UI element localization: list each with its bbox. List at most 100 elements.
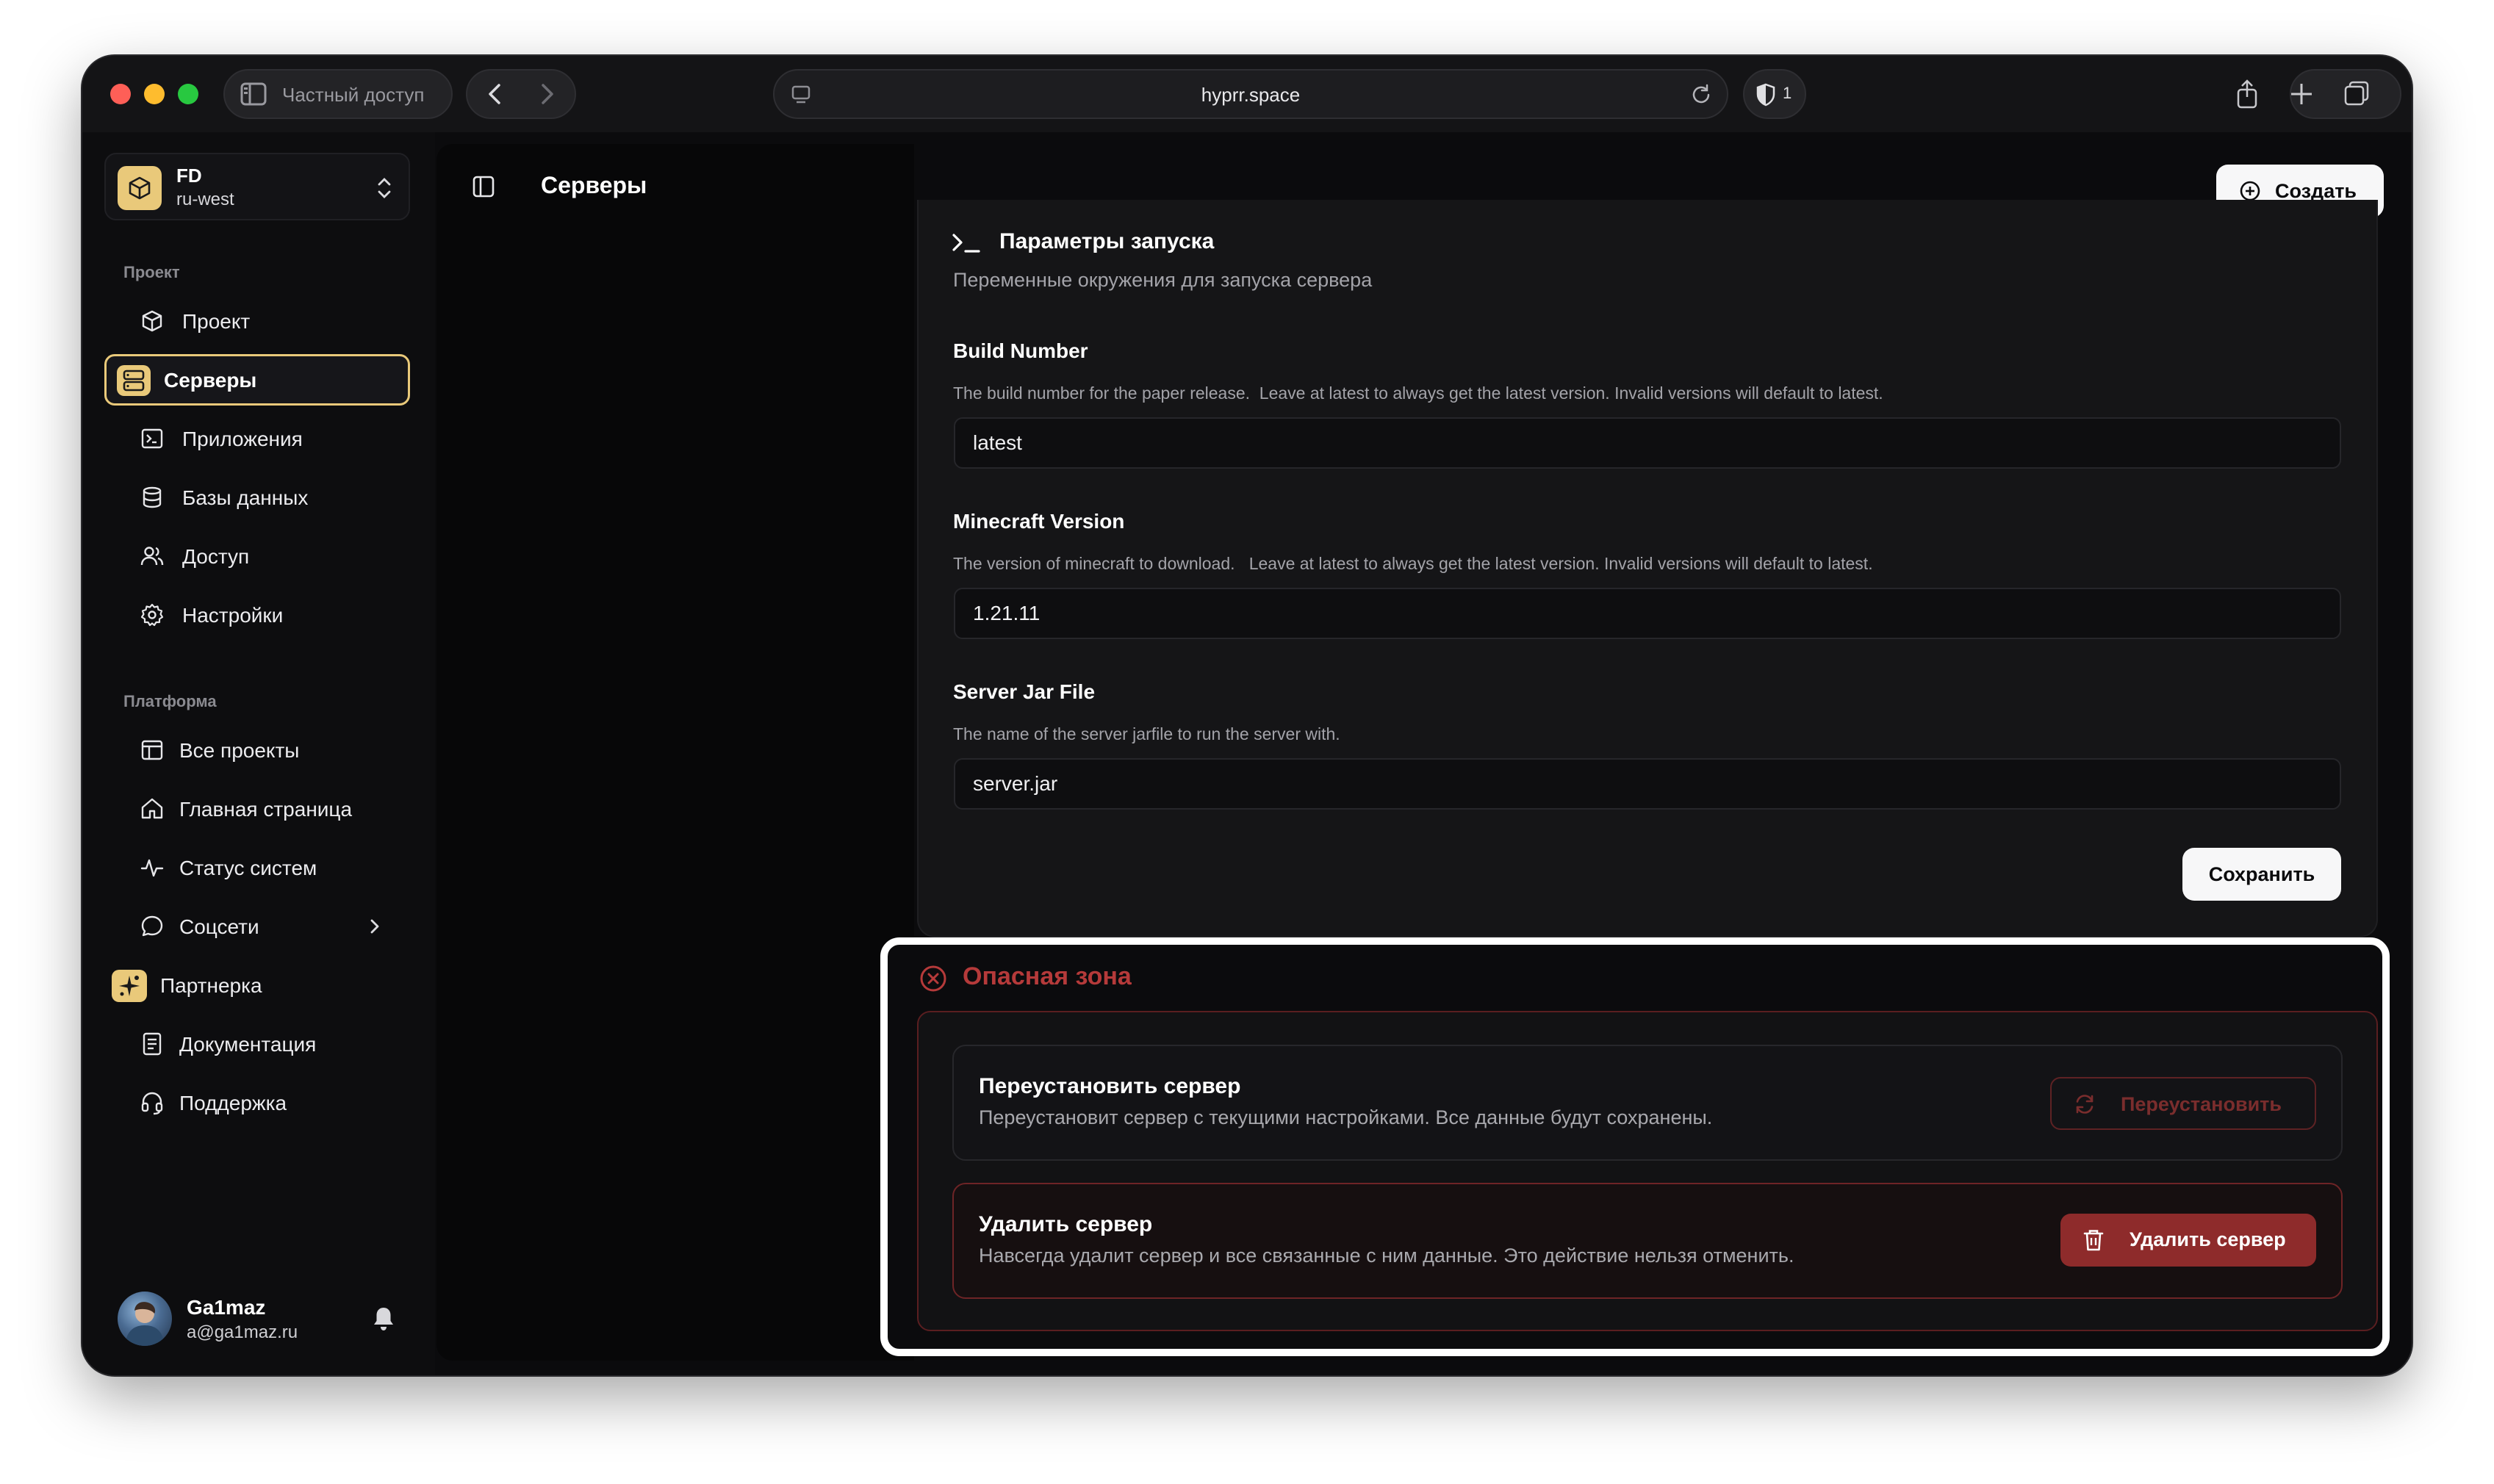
headset-icon [141, 1092, 163, 1115]
danger-zone-title: Опасная зона [963, 962, 1132, 990]
sidebar-item-label: Приложения [182, 428, 303, 450]
chevron-up-down-icon [378, 178, 391, 198]
sidebar-item-label: Поддержка [179, 1092, 287, 1114]
group-label-project: Проект [123, 263, 180, 281]
private-browsing-toggle[interactable]: Частный доступ [223, 69, 453, 119]
close-window-button[interactable] [110, 84, 131, 104]
sidebar-item-socials[interactable]: Соцсети [104, 901, 410, 952]
field-label-server-jar-file: Server Jar File [953, 680, 1096, 703]
section-description: Переменные окружения для запуска сервера [953, 269, 1373, 291]
users-icon [140, 547, 164, 566]
sidebar-item-servers[interactable]: Серверы [104, 354, 410, 406]
field-help-server-jar-file: The name of the server jarfile to run th… [953, 724, 1340, 743]
new-tab-icon[interactable] [2287, 79, 2316, 109]
delete-description: Навсегда удалит сервер и все связанные с… [979, 1245, 1794, 1267]
minecraft-version-input[interactable] [954, 588, 2341, 639]
reinstall-button-label: Переустановить [2121, 1093, 2282, 1115]
sidebar-item-documentation[interactable]: Документация [104, 1018, 410, 1070]
sidebar-item-label: Документация [179, 1033, 317, 1056]
page-title: Серверы [541, 172, 647, 198]
field-help-minecraft-version: The version of minecraft to download. Le… [953, 554, 1873, 573]
team-region: ru-west [176, 190, 234, 209]
save-button[interactable]: Сохранить [2182, 848, 2341, 901]
x-circle-icon [920, 965, 946, 992]
section-title: Параметры запуска [999, 229, 1215, 253]
sidebar-item-support[interactable]: Поддержка [104, 1077, 410, 1128]
server-jar-file-input[interactable] [954, 758, 2341, 810]
server-icon [117, 365, 151, 396]
private-browsing-label: Частный доступ [282, 84, 425, 106]
refresh-icon [2076, 1095, 2094, 1114]
sidebar-item-home-page[interactable]: Главная страница [104, 783, 410, 835]
share-icon[interactable] [2232, 78, 2262, 110]
chevron-right-icon [370, 919, 379, 934]
privacy-report-button[interactable]: 1 [1743, 69, 1806, 119]
cube-icon [142, 310, 162, 332]
reinstall-description: Переустановит сервер с текущими настройк… [979, 1106, 1713, 1128]
tracker-count: 1 [1783, 84, 1792, 102]
user-menu[interactable]: Ga1maz a@ga1maz.ru [112, 1286, 406, 1352]
sparkle-icon [112, 970, 147, 1002]
sidebar-item-label: Статус систем [179, 857, 317, 879]
tabs-icon[interactable] [2341, 78, 2372, 109]
sidebar-item-all-projects[interactable]: Все проекты [104, 724, 410, 776]
browser-titlebar: Частный доступ hyprr.space 1 [82, 56, 2412, 132]
delete-title: Удалить сервер [979, 1212, 1153, 1236]
sidebar-item-project[interactable]: Проект [104, 295, 410, 347]
chat-icon [141, 915, 163, 937]
address-bar[interactable]: hyprr.space [773, 69, 1728, 119]
shield-icon [1756, 83, 1775, 107]
sidebar-item-label: Соцсети [179, 915, 259, 938]
terminal-icon [141, 428, 163, 449]
build-number-input[interactable] [954, 417, 2341, 469]
field-label-minecraft-version: Minecraft Version [953, 510, 1125, 533]
forward-icon[interactable] [532, 79, 561, 109]
reinstall-button[interactable]: Переустановить [2050, 1077, 2316, 1130]
document-icon [143, 1032, 162, 1056]
group-label-platform: Платформа [123, 692, 217, 710]
team-logo [118, 166, 162, 210]
sidebar-toggle-icon [240, 82, 267, 106]
minimize-window-button[interactable] [144, 84, 165, 104]
field-help-build-number: The build number for the paper release. … [953, 383, 1883, 403]
sidebar-item-applications[interactable]: Приложения [104, 413, 410, 464]
sidebar-item-label: Настройки [182, 604, 284, 627]
browser-window: Частный доступ hyprr.space 1 FD ru-west [82, 56, 2412, 1375]
gear-icon [140, 603, 164, 627]
navigation-buttons [466, 69, 576, 119]
team-name: FD [176, 165, 202, 187]
field-label-build-number: Build Number [953, 339, 1088, 362]
sidebar-item-label: Партнерка [160, 974, 262, 997]
layout-icon [141, 740, 163, 760]
reload-icon[interactable] [1689, 82, 1714, 107]
sidebar-item-label: Базы данных [182, 486, 309, 509]
sidebar-item-label: Главная страница [179, 798, 353, 821]
avatar [118, 1292, 172, 1346]
sidebar-item-label: Доступ [182, 545, 250, 568]
zoom-window-button[interactable] [178, 84, 198, 104]
back-icon[interactable] [481, 79, 510, 109]
delete-button-label: Удалить сервер [2130, 1228, 2286, 1250]
sidebar-item-label: Все проекты [179, 739, 300, 762]
sidebar-item-access[interactable]: Доступ [104, 530, 410, 582]
cube-icon [129, 176, 151, 200]
bell-icon[interactable] [370, 1305, 397, 1333]
sidebar-item-partner[interactable]: Партнерка [104, 959, 410, 1011]
url-text: hyprr.space [1201, 84, 1301, 106]
delete-server-row: Удалить сервер Навсегда удалит сервер и … [952, 1183, 2343, 1299]
sidebar-item-label: Проект [182, 310, 251, 333]
sidebar-item-settings[interactable]: Настройки [104, 589, 410, 641]
team-switcher[interactable]: FD ru-west [104, 153, 410, 220]
reinstall-server-row: Переустановить сервер Переустановит серв… [952, 1045, 2343, 1161]
user-email: a@ga1maz.ru [187, 1322, 298, 1342]
activity-icon [140, 859, 164, 877]
reinstall-title: Переустановить сервер [979, 1074, 1241, 1098]
trash-icon [2083, 1230, 2104, 1251]
sidebar-toggle-icon[interactable] [470, 173, 497, 200]
sidebar-item-databases[interactable]: Базы данных [104, 472, 410, 523]
delete-server-button[interactable]: Удалить сервер [2060, 1214, 2316, 1267]
sidebar-item-system-status[interactable]: Статус систем [104, 842, 410, 893]
database-icon [143, 486, 162, 508]
home-icon [141, 798, 163, 819]
sidebar-item-label: Серверы [164, 369, 257, 392]
